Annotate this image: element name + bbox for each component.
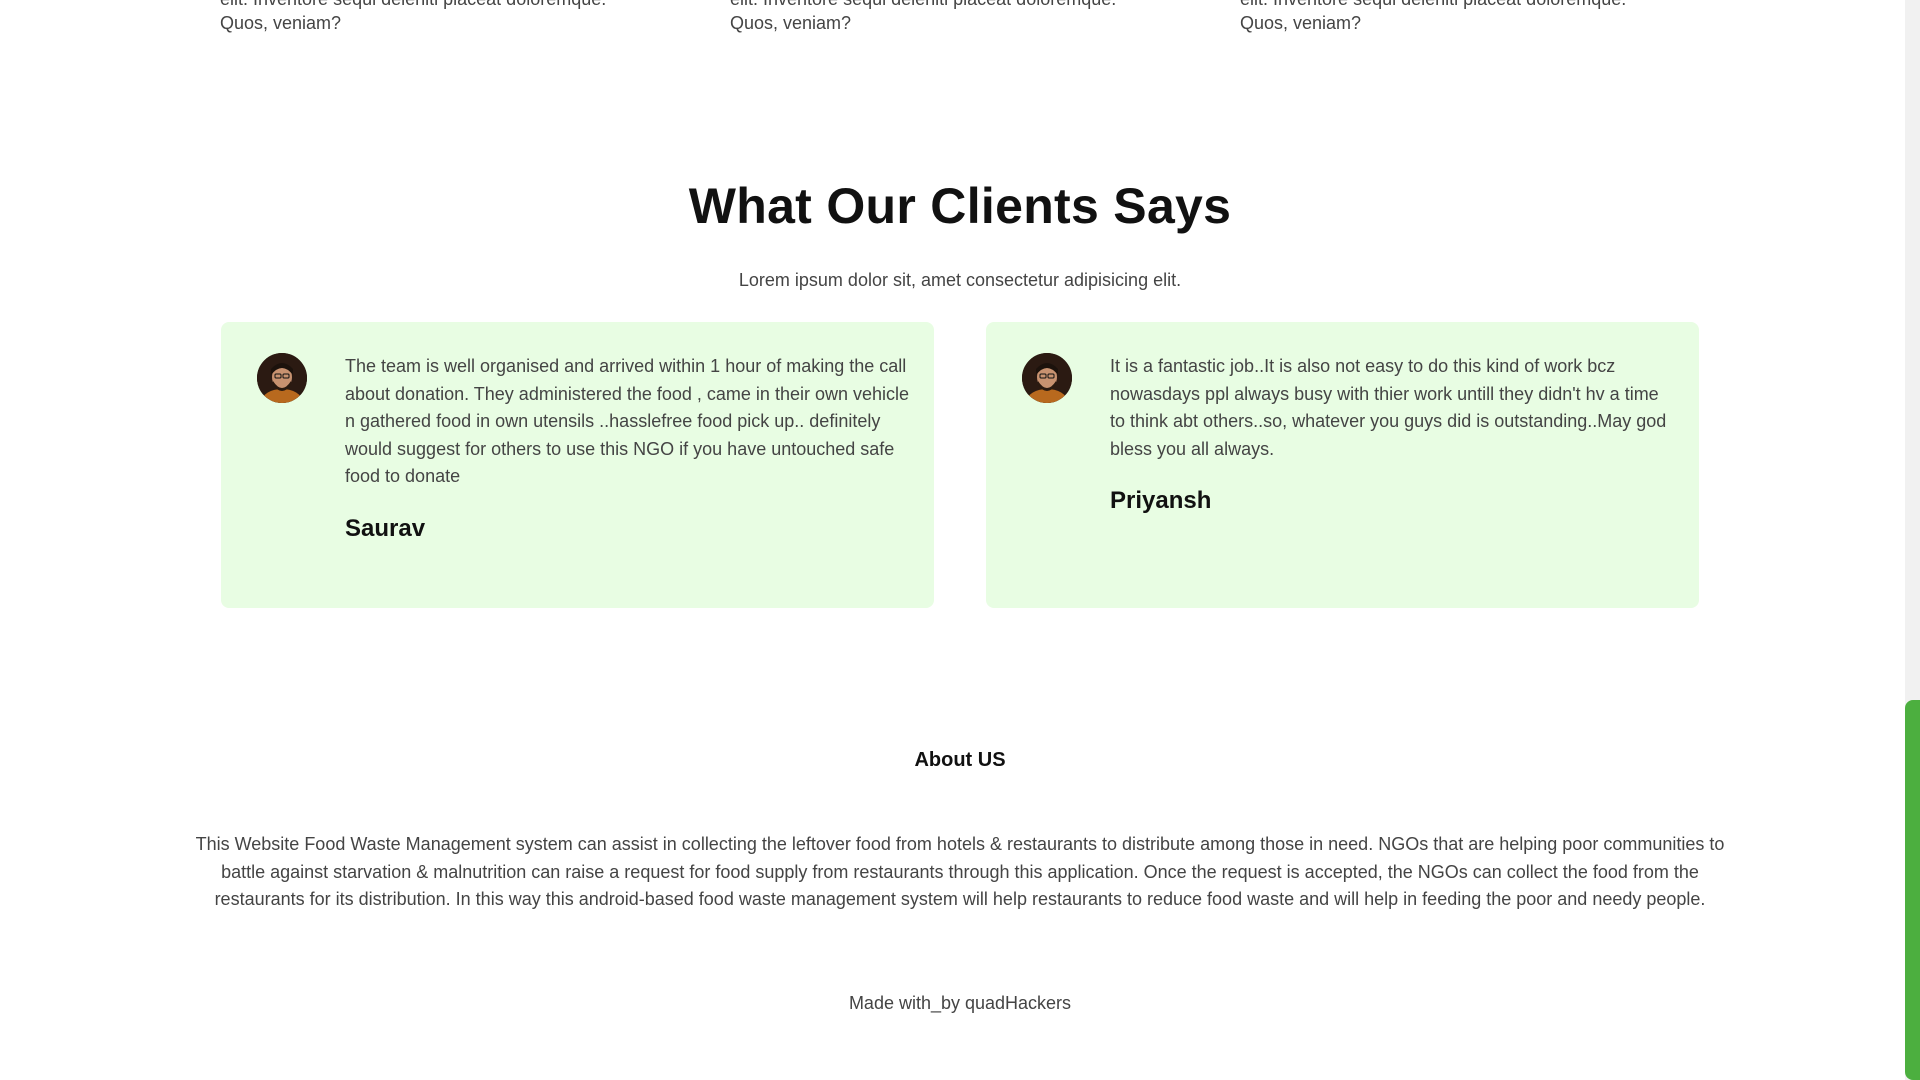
scrollbar-track[interactable] xyxy=(1905,0,1920,1080)
footer-credit: Made with_by quadHackers xyxy=(848,993,1072,1013)
testimonial-text: It is a fantastic job..It is also not ea… xyxy=(1110,356,1667,459)
about-text: This Website Food Waste Management syste… xyxy=(195,834,1725,909)
testimonial-author: Saurav xyxy=(345,514,426,542)
page: elit. Inventore sequi deleniti placeat d… xyxy=(0,0,1905,1080)
testimonials-title: What Our Clients Says xyxy=(688,178,1232,234)
avatar-icon xyxy=(257,353,307,403)
avatar-icon xyxy=(1022,353,1072,403)
testimonials-subtitle: Lorem ipsum dolor sit, amet consectetur … xyxy=(738,270,1182,290)
service-text-line: Quos, veniam? xyxy=(220,13,342,33)
services-row: elit. Inventore sequi deleniti placeat d… xyxy=(0,0,1905,40)
service-text-line: Quos, veniam? xyxy=(730,13,852,33)
testimonial-author: Priyansh xyxy=(1110,487,1212,514)
testimonial-content: The team is well organised and arrived w… xyxy=(345,353,910,542)
service-text-line: Quos, veniam? xyxy=(1240,13,1362,33)
testimonial-content: It is a fantastic job..It is also not ea… xyxy=(1110,353,1675,515)
testimonial-text: The team is well organised and arrived w… xyxy=(345,356,910,486)
testimonial-card: The team is well organised and arrived w… xyxy=(221,322,934,608)
scrollbar-thumb[interactable] xyxy=(1905,700,1920,1080)
about-title: About US xyxy=(914,749,1006,771)
testimonial-card: It is a fantastic job..It is also not ea… xyxy=(986,322,1699,608)
